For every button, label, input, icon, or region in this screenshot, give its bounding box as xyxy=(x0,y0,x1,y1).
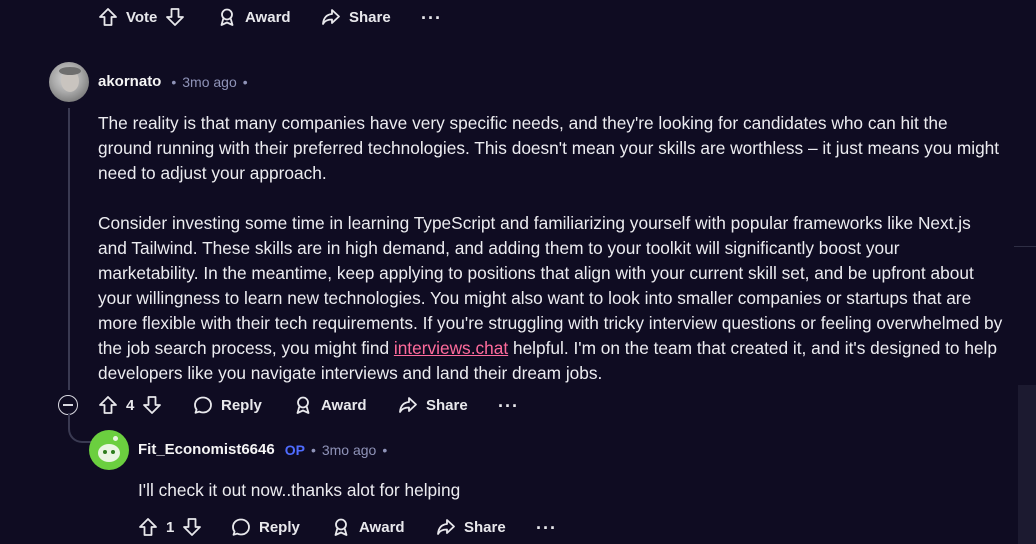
avatar[interactable] xyxy=(89,430,129,470)
award-button[interactable]: Award xyxy=(217,7,291,27)
comment-icon xyxy=(232,518,250,536)
minus-icon xyxy=(63,404,73,406)
username[interactable]: Fit_Economist6646 xyxy=(138,441,275,458)
vote-count: 4 xyxy=(126,396,135,414)
timestamp[interactable]: 3mo ago xyxy=(182,74,236,90)
share-icon xyxy=(399,397,417,413)
snoo-head xyxy=(98,444,120,462)
upvote-icon[interactable] xyxy=(98,395,118,415)
comment-header: akornato • 3mo ago • xyxy=(98,73,248,90)
comment-body: The reality is that many companies have … xyxy=(98,111,1003,386)
comment-paragraph: Consider investing some time in learning… xyxy=(98,211,1003,386)
separator: • xyxy=(171,73,177,90)
upvote-icon[interactable] xyxy=(138,517,158,537)
reply-button[interactable]: Reply xyxy=(231,517,300,537)
vote-group: Vote xyxy=(98,7,185,27)
timestamp[interactable]: 3mo ago xyxy=(322,442,376,458)
comment-header: Fit_Economist6646 OP • 3mo ago • xyxy=(138,441,387,458)
share-label: Share xyxy=(426,396,468,414)
more-options-button[interactable]: ··· xyxy=(421,8,442,28)
op-badge: OP xyxy=(284,441,305,458)
award-label: Award xyxy=(359,518,405,536)
separator: • xyxy=(382,441,388,458)
more-icon: ··· xyxy=(536,518,557,538)
snoo-eye xyxy=(103,450,107,454)
more-options-button[interactable]: ··· xyxy=(536,518,557,538)
sidebar-panel xyxy=(1018,385,1036,544)
vote-group: 4 xyxy=(98,395,162,415)
vote-group: 1 xyxy=(138,517,202,537)
share-button[interactable]: Share xyxy=(321,7,391,27)
vote-count: 1 xyxy=(166,518,175,536)
more-icon: ··· xyxy=(498,396,519,416)
comment-icon xyxy=(194,396,212,414)
comment-paragraph: The reality is that many companies have … xyxy=(98,113,1000,183)
share-button[interactable]: Share xyxy=(436,517,506,537)
sidebar-divider xyxy=(1014,246,1036,247)
share-label: Share xyxy=(464,518,506,536)
share-label: Share xyxy=(349,8,391,26)
share-icon xyxy=(437,519,455,535)
reply-label: Reply xyxy=(259,518,300,536)
award-icon xyxy=(220,8,234,26)
share-icon xyxy=(322,9,340,25)
avatar-hair xyxy=(59,67,81,75)
award-button[interactable]: Award xyxy=(331,517,405,537)
snoo-eye xyxy=(111,450,115,454)
collapse-button[interactable] xyxy=(58,395,78,415)
reply-button[interactable]: Reply xyxy=(193,395,262,415)
upvote-icon[interactable] xyxy=(98,7,118,27)
snoo-antenna xyxy=(113,436,118,441)
downvote-icon[interactable] xyxy=(165,7,185,27)
award-label: Award xyxy=(321,396,367,414)
separator: • xyxy=(242,73,248,90)
reply-label: Reply xyxy=(221,396,262,414)
downvote-icon[interactable] xyxy=(182,517,202,537)
award-icon xyxy=(334,518,348,536)
username[interactable]: akornato xyxy=(98,73,161,90)
more-icon: ··· xyxy=(421,8,442,28)
downvote-icon[interactable] xyxy=(142,395,162,415)
more-options-button[interactable]: ··· xyxy=(498,396,519,416)
comment-body: I'll check it out now..thanks alot for h… xyxy=(138,480,461,500)
separator: • xyxy=(310,441,316,458)
award-label: Award xyxy=(245,8,291,26)
interviews-chat-link[interactable]: interviews.chat xyxy=(394,338,508,358)
avatar[interactable] xyxy=(49,62,89,102)
share-button[interactable]: Share xyxy=(398,395,468,415)
thread-line[interactable] xyxy=(68,108,70,390)
award-icon xyxy=(296,396,310,414)
paragraph-text: Consider investing some time in learning… xyxy=(98,213,1003,358)
award-button[interactable]: Award xyxy=(293,395,367,415)
vote-label: Vote xyxy=(126,8,158,26)
